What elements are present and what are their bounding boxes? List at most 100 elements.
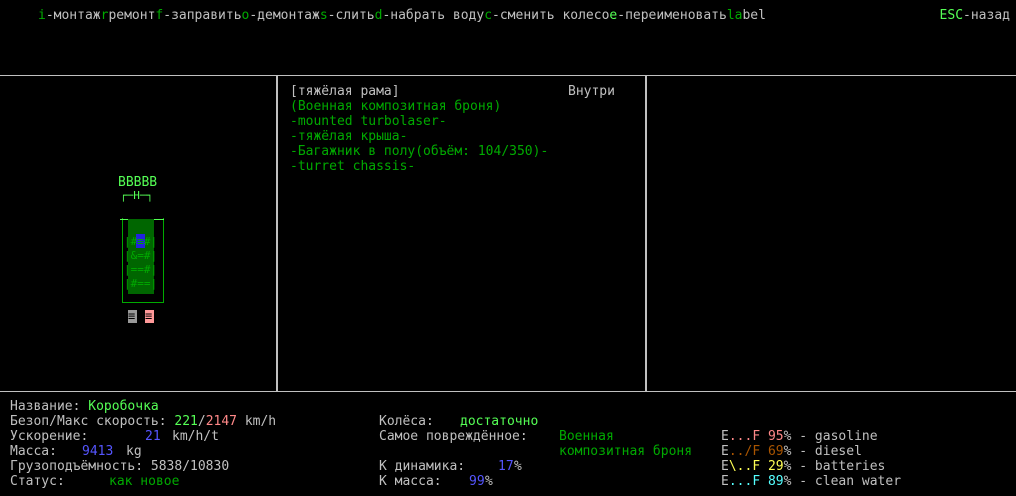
speed-unit: km/h — [244, 414, 277, 429]
menu-key-8[interactable]: la — [727, 8, 743, 23]
accel-unit: km/h/t — [172, 429, 219, 444]
menu-key-0[interactable]: i — [38, 8, 46, 23]
menu-label-6[interactable]: -сменить колесо — [492, 8, 609, 23]
part-item-5[interactable]: -turret chassis- — [290, 159, 548, 174]
fuel-percent: 69 — [767, 444, 784, 459]
fuel-percent-unit: % — [783, 459, 792, 474]
vehicle-hull-bottom — [122, 302, 164, 303]
fuel-name: - gasoline — [799, 429, 878, 444]
kmass-label: К масса: — [379, 474, 442, 489]
esc-label: -назад — [963, 8, 1010, 23]
mass-label: Масса: — [10, 444, 57, 459]
cargo-label: Грузоподъёмность: — [10, 459, 144, 474]
vehicle-row-6: |#==| — [124, 277, 158, 290]
damaged-label: Самое повреждённое: — [379, 429, 528, 444]
status-label: Статус: — [10, 474, 65, 489]
dyn-value: 17 — [498, 459, 514, 474]
fuel-row-3: E...F 89% - clean water — [721, 474, 901, 489]
vehicle-row-3: |#≡#| — [124, 235, 158, 248]
menu-label-5[interactable]: -набрать воду — [382, 8, 484, 23]
dyn-label: К динамика: — [379, 459, 466, 474]
fuel-row-2: E\..F 29% - batteries — [721, 459, 885, 474]
menu-label-1[interactable]: ремонт — [108, 8, 155, 23]
damaged-value-line2: композитная броня — [559, 444, 693, 459]
wheel-right-glyph: ≡ — [145, 309, 153, 323]
info-dyn-row: К динамика: 17% — [379, 459, 522, 474]
cargo-value: 5838/10830 — [150, 459, 230, 474]
action-menu: i-монтажrремонтf-заправитьo-демонтажs-сл… — [38, 8, 766, 23]
info-damaged-row: Самое повреждённое: Военная — [379, 429, 614, 444]
menu-label-7[interactable]: -переименовать — [617, 8, 727, 23]
vehicle-row-1: ┌─H─┐ — [120, 189, 154, 202]
accel-value: 21 — [145, 429, 161, 444]
info-mass-row: Масса: 9413 kg — [10, 444, 142, 459]
fuel-gauge-f: F — [752, 474, 761, 489]
info-kmass-row: К масса: 99% — [379, 474, 493, 489]
fuel-row-0: E...F 95% - gasoline — [721, 429, 878, 444]
fuel-gauge-f: F — [752, 459, 761, 474]
speed-safe: 221 — [174, 414, 198, 429]
vehicle-row-0: BBBBB — [118, 175, 158, 190]
vehicle-row-5: |==#| — [124, 263, 158, 276]
fuel-name: - batteries — [799, 459, 886, 474]
name-label: Название: — [10, 399, 81, 414]
fuel-percent-unit: % — [783, 474, 792, 489]
part-item-3[interactable]: -тяжёлая крыша- — [290, 129, 548, 144]
wheels-value: достаточно — [460, 414, 539, 429]
menu-label-2[interactable]: -заправить — [163, 8, 241, 23]
menu-key-6[interactable]: c — [484, 8, 492, 23]
part-item-0[interactable]: [тяжёлая рама] — [290, 84, 548, 99]
parts-location-label: Внутри — [568, 84, 615, 99]
menu-label-4[interactable]: -слить — [328, 8, 375, 23]
fuel-gauge-level: ... — [728, 474, 753, 489]
part-item-1[interactable]: (Военная композитная броня) — [290, 99, 548, 114]
wheels-label: Колёса: — [379, 414, 434, 429]
vehicle-name[interactable]: Коробочка — [88, 399, 158, 414]
info-name-row: Название: Коробочка — [10, 399, 159, 414]
fuel-row-1: E../F 69% - diesel — [721, 444, 862, 459]
fuel-name: - clean water — [799, 474, 902, 489]
info-cargo-row: Грузоподъёмность: 5838/10830 — [10, 459, 229, 474]
mass-value: 9413 — [82, 444, 114, 459]
fuel-gauge-f: F — [752, 429, 761, 444]
menu-key-4[interactable]: s — [320, 8, 328, 23]
fuel-gauge-e: E — [721, 444, 729, 459]
damaged-value-line1: Военная — [559, 429, 614, 444]
parts-list: [тяжёлая рама] (Военная композитная броня… — [290, 84, 548, 174]
fuel-gauge-f: F — [752, 444, 761, 459]
menu-label-8[interactable]: bel — [742, 8, 765, 23]
speed-max: 2147 — [205, 414, 237, 429]
fuel-percent-unit: % — [783, 444, 792, 459]
part-item-4[interactable]: -Багажник в полу(объём: 104/350)- — [290, 144, 548, 159]
fuel-gauge-level: \.. — [728, 459, 753, 474]
dyn-unit: % — [514, 459, 522, 474]
mass-unit: kg — [126, 444, 142, 459]
vehicle-map[interactable]: BBBBB ┌─H─┐ |#≡#| |&=#| |==#| |#==| ≡ ≡ — [0, 76, 276, 391]
info-speed-row: Безоп/Макс скорость: 221/2147 km/h — [10, 414, 276, 429]
part-item-2[interactable]: -mounted turbolaser- — [290, 114, 548, 129]
fuel-gauge-level: ../ — [728, 444, 753, 459]
kmass-value: 99 — [469, 474, 485, 489]
menu-label-3[interactable]: -демонтаж — [249, 8, 319, 23]
fuel-gauge-level: ... — [728, 429, 753, 444]
vehicle-row-4: |&=#| — [124, 249, 158, 262]
fuel-gauge-e: E — [721, 429, 729, 444]
esc-back-action[interactable]: ESC-назад — [940, 8, 1010, 23]
fuel-percent: 95 — [767, 429, 784, 444]
wheel-left-glyph: ≡ — [128, 309, 136, 323]
info-status-row: Статус: как новое — [10, 474, 179, 489]
fuel-percent: 89 — [767, 474, 784, 489]
accel-label: Ускорение: — [10, 429, 89, 444]
fuel-gauge-e: E — [721, 459, 729, 474]
frame-bottom-divider — [0, 391, 1016, 392]
menu-label-0[interactable]: -монтаж — [46, 8, 101, 23]
fuel-gauge-e: E — [721, 474, 729, 489]
speed-label: Безоп/Макс скорость: — [10, 414, 167, 429]
info-accel-row: Ускорение: 21 km/h/t — [10, 429, 219, 444]
esc-key: ESC — [939, 8, 964, 23]
fuel-name: - diesel — [799, 444, 862, 459]
info-wheels-row: Колёса: достаточно — [379, 414, 538, 429]
speed-sep: / — [197, 414, 206, 429]
fuel-percent-unit: % — [783, 429, 792, 444]
frame-left-divider — [276, 76, 278, 391]
